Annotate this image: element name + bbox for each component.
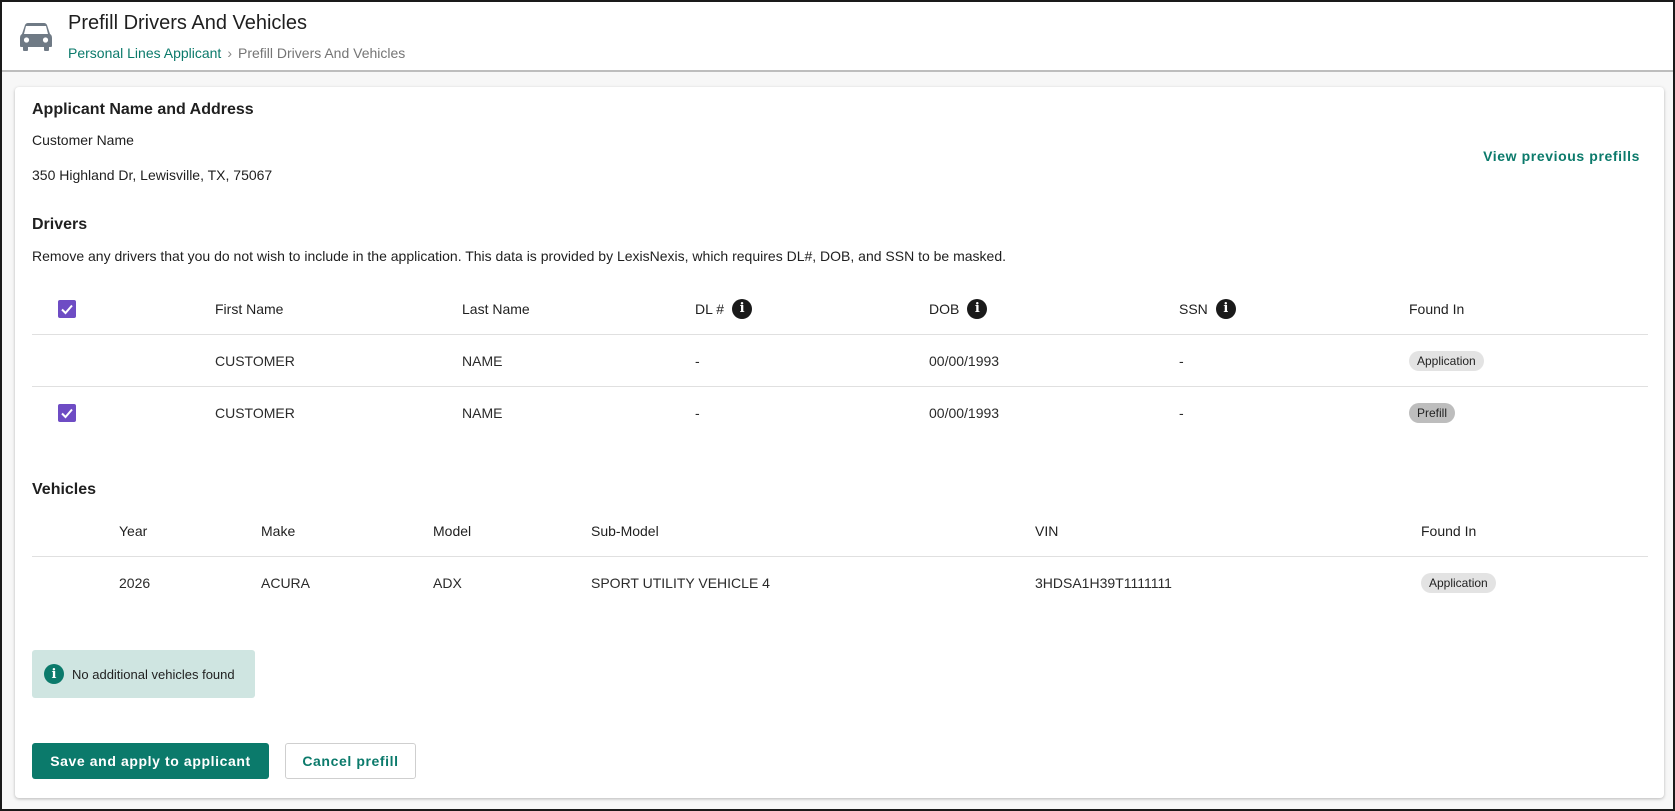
vehicle-model: ADX (433, 575, 462, 591)
driver-last-name: NAME (462, 405, 503, 421)
driver-dl: - (695, 352, 700, 369)
page-title: Prefill Drivers And Vehicles (68, 12, 307, 34)
col-ssn: SSN i (1179, 298, 1236, 319)
col-dob: DOB i (929, 298, 988, 319)
driver-last-name: NAME (462, 352, 503, 369)
save-and-apply-button[interactable]: Save and apply to applicant (32, 743, 269, 779)
driver-select-checkbox[interactable] (58, 404, 76, 422)
breadcrumb-current: Prefill Drivers And Vehicles (238, 45, 406, 61)
col-make[interactable]: Make (261, 523, 295, 539)
breadcrumb-link-personal-lines-applicant[interactable]: Personal Lines Applicant (68, 45, 221, 61)
col-ssn-label: SSN (1179, 300, 1208, 317)
drivers-table-header: First Name Last Name DL # i DOB i SSN i … (32, 283, 1648, 335)
vehicle-year: 2026 (119, 575, 151, 591)
driver-dob: 00/00/1993 (929, 352, 1000, 369)
found-in-badge: Application (1409, 350, 1484, 371)
col-found-in[interactable]: Found In (1409, 301, 1464, 317)
view-previous-prefills-link[interactable]: View previous prefills (1483, 148, 1640, 164)
col-model[interactable]: Model (433, 523, 471, 539)
dl-info-icon[interactable]: i (732, 298, 753, 319)
col-sub-model[interactable]: Sub-Model (591, 523, 659, 539)
vehicle-make: ACURA (261, 575, 311, 591)
drivers-description: Remove any drivers that you do not wish … (32, 248, 1007, 264)
col-last-name[interactable]: Last Name (462, 301, 530, 317)
cancel-prefill-button[interactable]: Cancel prefill (285, 743, 416, 779)
driver-ssn: - (1179, 352, 1184, 369)
prefill-card: Applicant Name and Address Customer Name… (15, 87, 1664, 798)
chevron-right-icon: › (227, 45, 232, 61)
vehicles-table: Year Make Model Sub-Model VIN Found In 2… (32, 505, 1648, 609)
drivers-section-title: Drivers (32, 216, 88, 233)
dob-info-icon[interactable]: i (967, 298, 988, 319)
page-header: Prefill Drivers And Vehicles Personal Li… (2, 2, 1673, 72)
no-vehicles-notice-text: No additional vehicles found (72, 666, 235, 682)
driver-ssn: - (1179, 405, 1184, 421)
driver-dob: 00/00/1993 (929, 405, 1000, 421)
vehicle-vin: 3HDSA1H39T1111111 (1035, 575, 1172, 591)
col-first-name[interactable]: First Name (215, 301, 283, 317)
breadcrumb: Personal Lines Applicant › Prefill Drive… (68, 45, 405, 61)
vehicles-table-header: Year Make Model Sub-Model VIN Found In (32, 505, 1648, 557)
found-in-badge: Prefill (1409, 403, 1456, 423)
col-dl: DL # i (695, 298, 753, 319)
checkmark-icon (61, 304, 73, 314)
table-row: CUSTOMER NAME - 00/00/1993 - Application (32, 335, 1648, 387)
ssn-info-icon[interactable]: i (1215, 298, 1236, 319)
drivers-table: First Name Last Name DL # i DOB i SSN i … (32, 283, 1648, 439)
col-dob-label: DOB (929, 300, 960, 317)
found-in-badge: Application (1421, 573, 1496, 593)
driver-dl: - (695, 405, 700, 421)
driver-first-name: CUSTOMER (215, 352, 295, 369)
no-vehicles-notice: i No additional vehicles found (32, 650, 255, 698)
applicant-section-title: Applicant Name and Address (32, 101, 254, 118)
applicant-name: Customer Name (32, 132, 134, 148)
col-dl-label: DL # (695, 300, 725, 317)
table-row: 2026 ACURA ADX SPORT UTILITY VEHICLE 4 3… (32, 557, 1648, 609)
col-year[interactable]: Year (119, 523, 147, 539)
table-row: CUSTOMER NAME - 00/00/1993 - Prefill (32, 387, 1648, 439)
checkmark-icon (61, 408, 73, 419)
app-frame: Prefill Drivers And Vehicles Personal Li… (0, 0, 1675, 811)
col-found-in[interactable]: Found In (1421, 523, 1476, 539)
vehicle-sub-model: SPORT UTILITY VEHICLE 4 (591, 575, 770, 591)
vehicles-section-title: Vehicles (32, 481, 97, 498)
driver-first-name: CUSTOMER (215, 405, 295, 421)
select-all-drivers-checkbox[interactable] (58, 299, 76, 318)
applicant-address: 350 Highland Dr, Lewisville, TX, 75067 (32, 167, 273, 183)
car-icon (20, 23, 52, 51)
info-icon: i (44, 664, 64, 684)
col-vin[interactable]: VIN (1035, 523, 1058, 539)
